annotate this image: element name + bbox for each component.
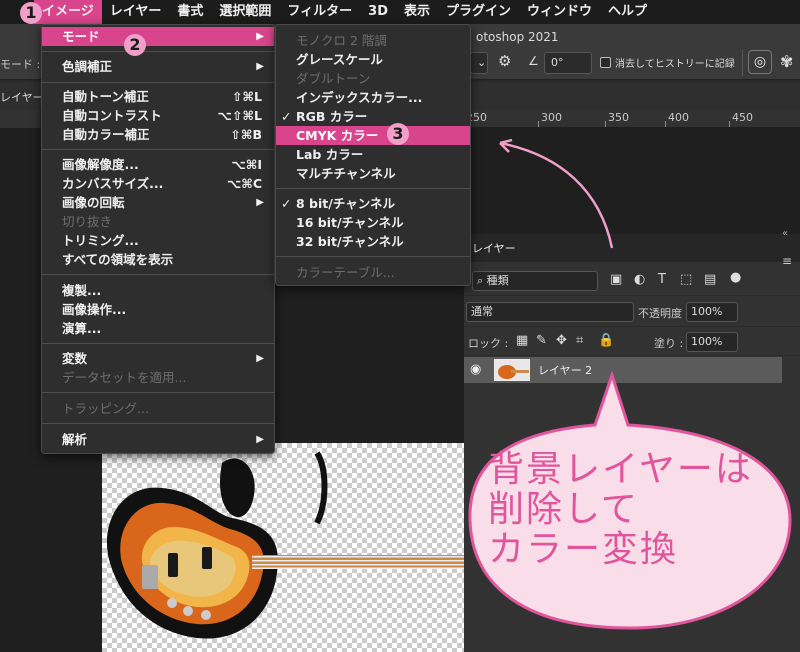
annotation-line: カラー変換 bbox=[488, 529, 679, 570]
annotation-text: 背景レイヤーは 削除して カラー変換 bbox=[488, 450, 778, 570]
annotation-line: 背景レイヤーは bbox=[488, 449, 753, 490]
annotation-arrow bbox=[499, 141, 614, 249]
annotation-line: 削除して bbox=[488, 489, 639, 530]
